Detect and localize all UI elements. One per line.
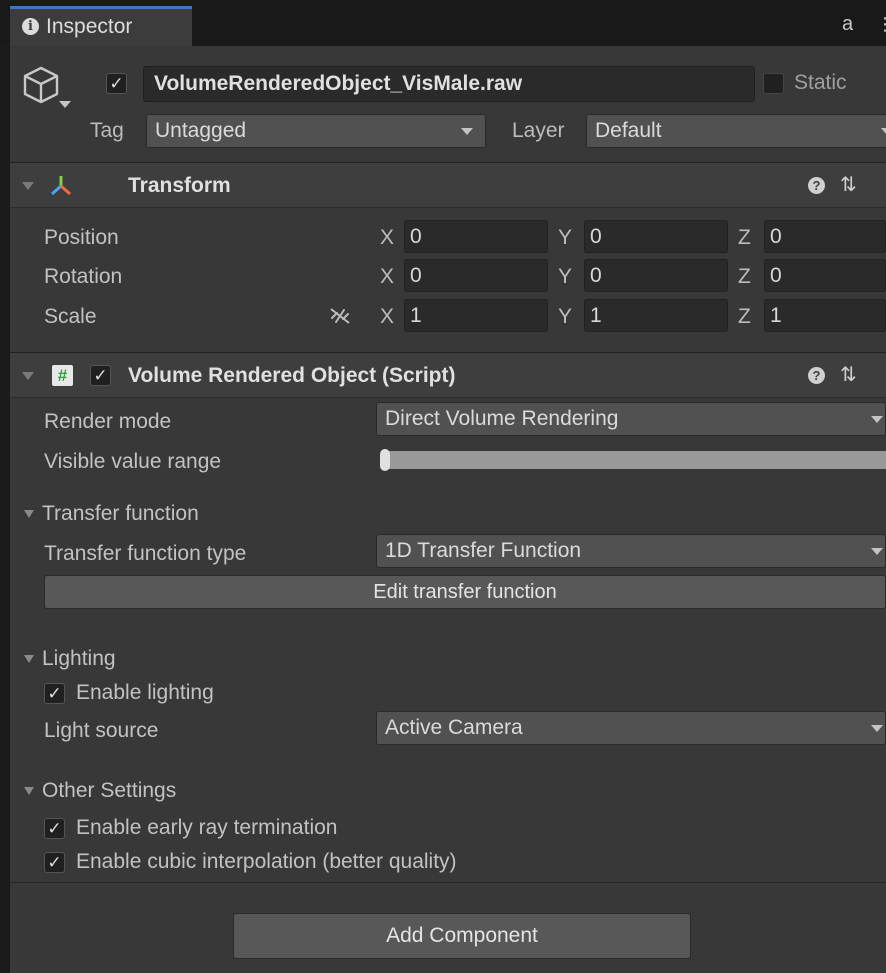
visible-range-label: Visible value range xyxy=(44,450,222,473)
script-component-header[interactable]: # ✓ Volume Rendered Object (Script) ? ⇅ xyxy=(10,352,886,398)
light-source-label: Light source xyxy=(44,719,159,742)
rotation-x-field[interactable]: 0 xyxy=(404,259,548,292)
rotation-label: Rotation xyxy=(44,265,123,288)
tag-dropdown[interactable]: Untagged xyxy=(146,114,486,148)
transfer-function-type-dropdown[interactable]: 1D Transfer Function xyxy=(376,534,886,568)
position-y-field[interactable]: 0 xyxy=(584,220,728,253)
preset-settings-icon[interactable]: ⇅ xyxy=(840,175,857,195)
scale-y-field[interactable]: 1 xyxy=(584,299,728,332)
cubic-interpolation-checkbox[interactable]: ✓ xyxy=(44,852,65,873)
scale-x-field[interactable]: 1 xyxy=(404,299,548,332)
info-icon: i xyxy=(22,18,39,35)
script-enabled-checkbox[interactable]: ✓ xyxy=(90,365,111,386)
divider xyxy=(10,882,886,883)
foldout-arrow-icon[interactable] xyxy=(24,510,34,518)
axis-z-label[interactable]: Z xyxy=(738,305,751,329)
other-settings-section[interactable]: Other Settings xyxy=(42,779,176,803)
help-icon[interactable]: ? xyxy=(808,177,825,194)
foldout-arrow-icon[interactable] xyxy=(22,182,34,190)
visible-range-slider[interactable] xyxy=(380,451,886,469)
enable-lighting-label[interactable]: Enable lighting xyxy=(76,681,214,705)
tab-label: Inspector xyxy=(46,15,133,38)
transfer-function-type-value: 1D Transfer Function xyxy=(385,539,582,562)
axis-z-label[interactable]: Z xyxy=(738,226,751,250)
foldout-arrow-icon[interactable] xyxy=(24,655,34,663)
transform-title: Transform xyxy=(128,174,231,197)
chevron-down-icon xyxy=(461,128,473,135)
script-hash-icon: # xyxy=(52,365,73,386)
transform-header[interactable]: Transform ? ⇅ xyxy=(10,162,886,208)
chevron-down-icon xyxy=(881,128,886,135)
axis-y-label[interactable]: Y xyxy=(558,305,572,329)
render-mode-label: Render mode xyxy=(44,410,172,433)
chevron-down-icon xyxy=(871,725,883,732)
cubic-interpolation-label[interactable]: Enable cubic interpolation (better quali… xyxy=(76,850,457,874)
position-label: Position xyxy=(44,226,119,249)
lock-icon[interactable]: a xyxy=(842,14,853,34)
render-mode-value: Direct Volume Rendering xyxy=(385,407,619,430)
axis-x-label[interactable]: X xyxy=(380,265,394,289)
edit-transfer-function-button[interactable]: Edit transfer function xyxy=(44,575,886,609)
icon-dropdown-arrow[interactable] xyxy=(59,101,71,108)
scale-label: Scale xyxy=(44,305,97,328)
visible-range-min-handle[interactable] xyxy=(380,449,390,471)
early-ray-termination-checkbox[interactable]: ✓ xyxy=(44,818,65,839)
rotation-y-field[interactable]: 0 xyxy=(584,259,728,292)
layer-dropdown[interactable]: Default xyxy=(586,114,886,148)
transform-axes-icon xyxy=(51,176,71,196)
rotation-z-field[interactable]: 0 xyxy=(764,259,886,292)
tag-label: Tag xyxy=(90,119,124,142)
scale-z-field[interactable]: 1 xyxy=(764,299,886,332)
axis-y-label[interactable]: Y xyxy=(558,265,572,289)
static-checkbox[interactable] xyxy=(763,73,784,94)
chevron-down-icon xyxy=(871,548,883,555)
axis-z-label[interactable]: Z xyxy=(738,265,751,289)
layer-value: Default xyxy=(595,119,662,142)
preset-settings-icon[interactable]: ⇅ xyxy=(840,365,857,385)
transfer-function-section[interactable]: Transfer function xyxy=(42,502,199,526)
add-component-button[interactable]: Add Component xyxy=(233,913,691,959)
light-source-value: Active Camera xyxy=(385,716,523,739)
axis-x-label[interactable]: X xyxy=(380,305,394,329)
light-source-dropdown[interactable]: Active Camera xyxy=(376,711,886,745)
script-component-title: Volume Rendered Object (Script) xyxy=(128,364,456,387)
render-mode-dropdown[interactable]: Direct Volume Rendering xyxy=(376,402,886,436)
object-name-field[interactable]: VolumeRenderedObject_VisMale.raw xyxy=(143,66,755,102)
axis-y-label[interactable]: Y xyxy=(558,226,572,250)
constrain-proportions-icon[interactable] xyxy=(328,304,352,328)
early-ray-termination-label[interactable]: Enable early ray termination xyxy=(76,816,337,840)
tab-inspector[interactable]: i Inspector xyxy=(10,6,192,46)
foldout-arrow-icon[interactable] xyxy=(22,372,34,380)
active-checkbox[interactable]: ✓ xyxy=(106,73,127,94)
position-x-field[interactable]: 0 xyxy=(404,220,548,253)
enable-lighting-checkbox[interactable]: ✓ xyxy=(44,683,65,704)
layer-label: Layer xyxy=(512,119,565,142)
foldout-arrow-icon[interactable] xyxy=(24,787,34,795)
cube-icon[interactable] xyxy=(20,64,62,106)
tag-value: Untagged xyxy=(155,119,247,142)
lighting-section[interactable]: Lighting xyxy=(42,647,116,671)
static-label: Static xyxy=(794,71,847,94)
help-icon[interactable]: ? xyxy=(808,367,825,384)
chevron-down-icon xyxy=(871,416,883,423)
transfer-function-type-label: Transfer function type xyxy=(44,542,247,565)
position-z-field[interactable]: 0 xyxy=(764,220,886,253)
more-icon[interactable]: ⋮ xyxy=(876,14,886,34)
axis-x-label[interactable]: X xyxy=(380,226,394,250)
inspector-panel: ✓ VolumeRenderedObject_VisMale.raw Stati… xyxy=(10,46,886,973)
